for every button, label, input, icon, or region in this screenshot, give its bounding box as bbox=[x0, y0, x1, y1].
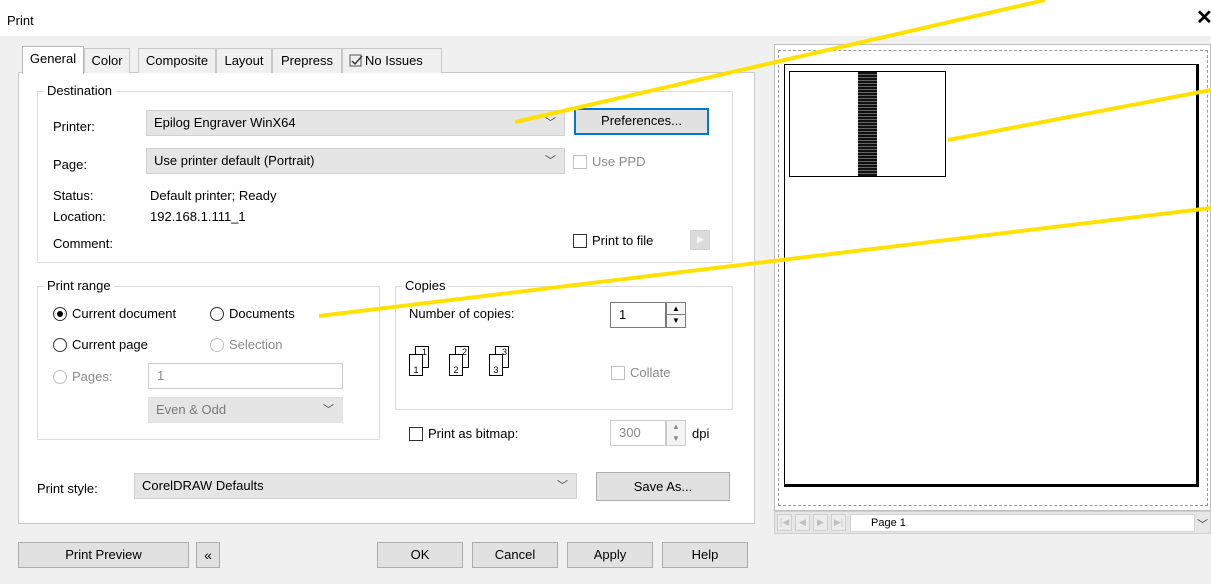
tab-prepress[interactable]: Prepress bbox=[272, 48, 342, 73]
documents-label: Documents bbox=[229, 306, 295, 321]
status-label: Status: bbox=[53, 188, 94, 203]
page-tab-label: Page 1 bbox=[871, 517, 906, 529]
pages-radio[interactable] bbox=[53, 370, 67, 384]
print-range-group-label: Print range bbox=[44, 278, 114, 293]
documents-radio[interactable] bbox=[210, 307, 224, 321]
close-icon[interactable]: ✕ bbox=[1196, 8, 1211, 28]
tab-general[interactable]: General bbox=[22, 46, 84, 74]
location-label: Location: bbox=[53, 209, 106, 224]
print-to-file-checkbox[interactable] bbox=[573, 234, 587, 248]
dpi-unit-label: dpi bbox=[692, 426, 710, 441]
number-of-copies-input[interactable]: 1 bbox=[610, 302, 666, 328]
pages-label: Pages: bbox=[72, 369, 113, 384]
status-value: Default printer; Ready bbox=[150, 188, 277, 203]
collate-label: Collate bbox=[630, 365, 671, 380]
tab-composite[interactable]: Composite bbox=[138, 48, 216, 73]
window-title: Print bbox=[7, 13, 34, 28]
page-select-value: Use printer default (Portrait) bbox=[154, 153, 315, 168]
selection-radio[interactable] bbox=[210, 338, 224, 352]
ok-button[interactable]: OK bbox=[377, 542, 463, 568]
page-glyph: 3 bbox=[489, 354, 503, 376]
chevron-down-icon: ﹀ bbox=[545, 155, 556, 167]
next-page-icon[interactable]: ▶ bbox=[813, 514, 828, 531]
apply-button[interactable]: Apply bbox=[567, 542, 653, 568]
destination-group-label: Destination bbox=[44, 83, 116, 98]
current-document-radio[interactable] bbox=[53, 307, 67, 321]
location-value: 192.168.1.111_1 bbox=[150, 209, 246, 224]
page-glyph: 1 bbox=[409, 354, 423, 376]
chevron-down-icon: ﹀ bbox=[557, 480, 568, 492]
preferences-button[interactable]: Preferences... bbox=[574, 108, 709, 135]
collate-checkbox[interactable] bbox=[611, 366, 625, 380]
cancel-button[interactable]: Cancel bbox=[472, 542, 558, 568]
collapse-preview-icon[interactable]: « bbox=[196, 542, 220, 568]
even-odd-select[interactable]: Even & Odd ﹀ bbox=[148, 397, 343, 423]
arrow-right-icon: ▶ bbox=[697, 234, 704, 244]
title-bar bbox=[0, 0, 1211, 36]
help-button[interactable]: Help bbox=[662, 542, 748, 568]
print-to-file-browse-button[interactable]: ▶ bbox=[690, 230, 710, 250]
preview-artwork-strip bbox=[858, 72, 877, 176]
collate-pages-icon: 1 1 2 2 3 3 bbox=[409, 346, 529, 378]
spin-up-icon[interactable]: ▲ bbox=[667, 303, 685, 315]
tab-no-issues[interactable]: No Issues bbox=[342, 48, 442, 73]
copies-group-label: Copies bbox=[402, 278, 449, 293]
printer-label: Printer: bbox=[53, 119, 95, 134]
print-to-file-label: Print to file bbox=[592, 233, 654, 248]
last-page-icon[interactable]: ▶| bbox=[831, 514, 846, 531]
page-label: Page: bbox=[53, 157, 87, 172]
print-style-select-value: CorelDRAW Defaults bbox=[142, 478, 264, 493]
page-glyph: 2 bbox=[449, 354, 463, 376]
issues-check-icon bbox=[349, 54, 363, 67]
previous-page-icon[interactable]: ◀ bbox=[795, 514, 810, 531]
printer-select-value: Epilog Engraver WinX64 bbox=[154, 115, 296, 130]
printer-select[interactable]: Epilog Engraver WinX64 ﹀ bbox=[146, 110, 565, 136]
use-ppd-checkbox[interactable] bbox=[573, 155, 587, 169]
copies-spinner[interactable]: ▲ ▼ bbox=[666, 302, 686, 328]
current-page-radio[interactable] bbox=[53, 338, 67, 352]
even-odd-select-value: Even & Odd bbox=[156, 402, 227, 417]
dpi-input[interactable]: 300 bbox=[610, 420, 666, 446]
chevron-down-icon[interactable]: ﹀ bbox=[1197, 516, 1208, 532]
spin-down-icon[interactable]: ▼ bbox=[667, 315, 685, 327]
spin-down-icon[interactable]: ▼ bbox=[667, 433, 685, 445]
number-of-copies-label: Number of copies: bbox=[409, 306, 515, 321]
pages-input[interactable]: 1 bbox=[148, 363, 343, 389]
current-document-label: Current document bbox=[72, 306, 177, 321]
print-as-bitmap-label: Print as bitmap: bbox=[428, 426, 519, 441]
print-preview-button[interactable]: Print Preview bbox=[18, 542, 189, 568]
dpi-spinner[interactable]: ▲ ▼ bbox=[666, 420, 686, 446]
first-page-icon[interactable]: |◀ bbox=[777, 514, 792, 531]
save-as-button[interactable]: Save As... bbox=[596, 472, 730, 501]
tab-layout[interactable]: Layout bbox=[216, 48, 272, 73]
spin-up-icon[interactable]: ▲ bbox=[667, 421, 685, 433]
use-ppd-label: Use PPD bbox=[592, 154, 646, 169]
chevron-down-icon: ﹀ bbox=[323, 404, 334, 416]
chevron-down-icon: ﹀ bbox=[545, 117, 556, 129]
selection-label: Selection bbox=[229, 337, 283, 352]
tab-no-issues-label: No Issues bbox=[365, 53, 423, 68]
page-tab-page-1[interactable]: Page 1 bbox=[850, 514, 1195, 532]
page-select[interactable]: Use printer default (Portrait) ﹀ bbox=[146, 148, 565, 174]
current-page-label: Current page bbox=[72, 337, 148, 352]
comment-label: Comment: bbox=[53, 236, 113, 251]
print-style-select[interactable]: CorelDRAW Defaults ﹀ bbox=[134, 473, 577, 499]
tab-color[interactable]: Color bbox=[84, 48, 130, 73]
print-as-bitmap-checkbox[interactable] bbox=[409, 427, 423, 441]
print-style-label: Print style: bbox=[37, 481, 98, 496]
